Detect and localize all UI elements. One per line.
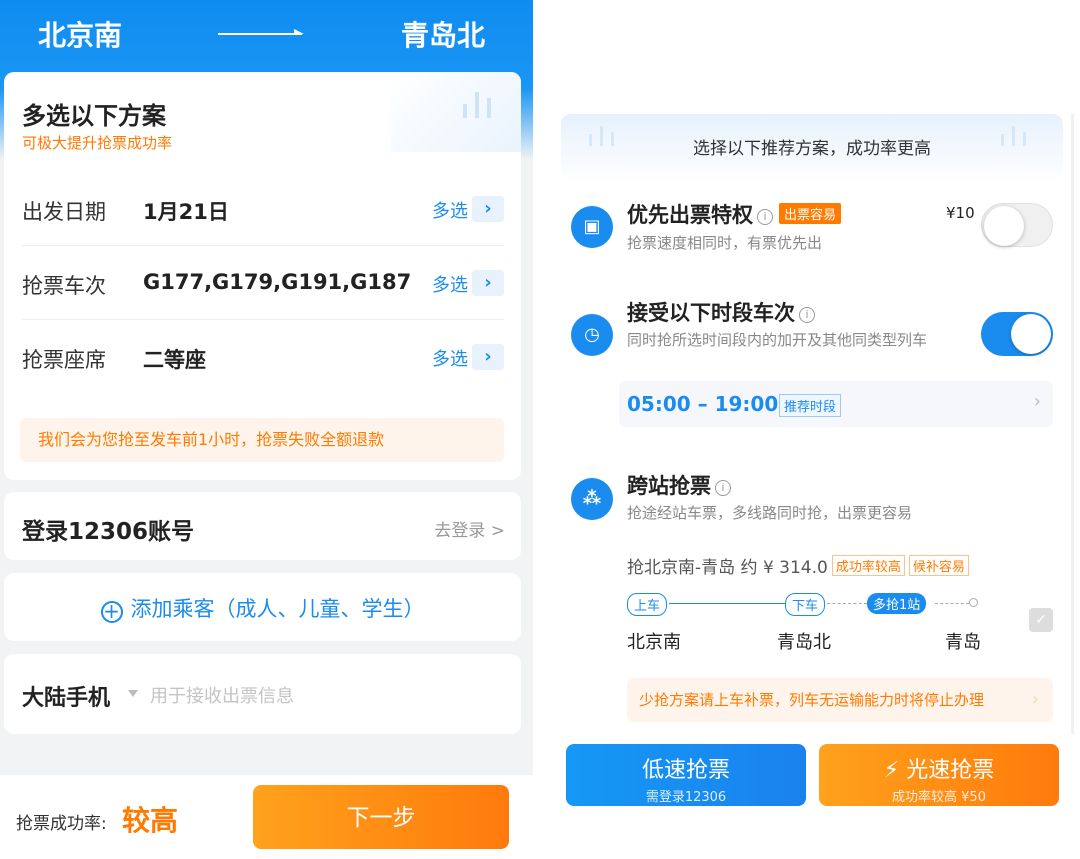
time-title: 接受以下时段车次: [627, 301, 795, 325]
recommend-title: 选择以下推荐方案，成功率更高: [693, 139, 931, 159]
slow-grab-sub: 需登录12306: [645, 789, 727, 805]
fast-grab-sub: 成功率较高 ¥50: [892, 789, 986, 805]
cross-desc: 抢途经站车票，多线路同时抢，出票更容易: [627, 504, 913, 522]
ticket-icon: ▣: [571, 206, 613, 248]
chevron-right-icon[interactable]: ›: [472, 344, 504, 370]
bottom-actions: 低速抢票 需登录12306 ⚡ 光速抢票 成功率较高 ¥50: [545, 734, 1080, 859]
route-header: 北京南 青岛北: [0, 14, 533, 54]
cross-route: 抢北京南-青岛 约 ¥ 314.0 成功率较高 候补容易: [627, 553, 969, 578]
recommend-header: 选择以下推荐方案，成功率更高: [561, 114, 1063, 184]
segment-dash: [827, 603, 867, 604]
time-range: 05:00 – 19:00: [627, 392, 779, 416]
end-dot: [969, 598, 978, 607]
row-label: 抢票车次: [22, 274, 106, 298]
slow-grab-button[interactable]: 低速抢票 需登录12306: [566, 744, 806, 806]
phone-region-select[interactable]: 大陆手机: [22, 680, 110, 712]
decorative-arrows-icon: [391, 72, 521, 152]
departure-station: 北京南: [38, 19, 123, 52]
segment-dash: [935, 603, 969, 604]
row-label: 出发日期: [22, 200, 106, 224]
tag-waitlist: 候补容易: [908, 555, 969, 576]
plan-title: 多选以下方案: [22, 102, 166, 130]
board-pill: 上车: [627, 593, 668, 616]
station-name: 北京南: [627, 632, 681, 653]
chevron-right-icon[interactable]: ›: [472, 270, 504, 296]
cross-route-text: 抢北京南-青岛 约 ¥ 314.0: [627, 558, 828, 578]
priority-title: 优先出票特权: [627, 203, 753, 227]
login-card[interactable]: 登录12306账号 去登录 >: [4, 492, 521, 560]
plan-subtitle: 可极大提升抢票成功率: [22, 134, 173, 152]
caret-down-icon[interactable]: [128, 690, 138, 697]
success-rate-label: 抢票成功率:: [16, 814, 107, 834]
station-name: 青岛: [945, 632, 981, 653]
decorative-arrows-icon: [993, 126, 1053, 166]
info-icon[interactable]: i: [715, 480, 731, 496]
alight-pill: 下车: [785, 593, 826, 616]
chevron-right-icon[interactable]: ›: [1034, 391, 1041, 412]
extra-stop-pill: 多抢1站: [867, 593, 927, 614]
clock-icon: ◷: [571, 314, 613, 356]
info-icon[interactable]: i: [799, 307, 815, 323]
priority-toggle[interactable]: [981, 203, 1053, 247]
bottom-bar: 抢票成功率: 较高 下一步: [0, 775, 533, 859]
multi-select-link[interactable]: 多选: [432, 271, 468, 297]
scrollbar-track: [1071, 114, 1074, 734]
success-rate-value: 较高: [122, 804, 179, 837]
arrival-station: 青岛北: [400, 19, 485, 52]
time-range-row[interactable]: 05:00 – 19:00 推荐时段 ›: [619, 381, 1053, 427]
add-passenger-label: 添加乘客（成人、儿童、学生）: [130, 597, 425, 621]
recommend-tag: 推荐时段: [779, 394, 842, 417]
row-value: G177,G179,G191,G187: [143, 270, 412, 294]
segment-line: [669, 603, 785, 604]
fast-grab-button[interactable]: ⚡ 光速抢票 成功率较高 ¥50: [819, 744, 1059, 806]
time-toggle[interactable]: [981, 312, 1053, 356]
row-seat-class[interactable]: 抢票座席 二等座 多选 ›: [22, 320, 504, 394]
time-desc: 同时抢所选时间段内的加开及其他同类型列车: [627, 331, 928, 349]
chevron-right-icon[interactable]: ›: [472, 196, 504, 222]
priority-option: 优先出票特权 i 出票容易: [627, 199, 842, 229]
phone-input[interactable]: 用于接收出票信息: [150, 682, 294, 708]
time-option: 接受以下时段车次 i: [627, 297, 815, 327]
slow-grab-label: 低速抢票: [641, 757, 730, 783]
fast-grab-label: ⚡ 光速抢票: [883, 757, 995, 783]
login-link[interactable]: 去登录 >: [434, 516, 505, 541]
phone-card: 大陆手机 用于接收出票信息: [4, 654, 521, 734]
cross-warning-text: 少抢方案请上车补票，列车无运输能力时将停止办理: [639, 691, 985, 709]
multi-select-link[interactable]: 多选: [432, 345, 468, 371]
tag-success-rate: 成功率较高: [831, 555, 905, 576]
next-step-button[interactable]: 下一步: [253, 785, 509, 849]
row-train-numbers[interactable]: 抢票车次 G177,G179,G191,G187 多选 ›: [22, 246, 504, 320]
priority-price: ¥10: [946, 204, 975, 222]
multi-select-link[interactable]: 多选: [432, 197, 468, 223]
cross-checkbox[interactable]: ✓: [1029, 608, 1053, 632]
station-name: 青岛北: [777, 632, 831, 653]
plan-card: 多选以下方案 可极大提升抢票成功率 出发日期 1月21日 多选 › 抢票车次 G…: [4, 72, 521, 480]
row-label: 抢票座席: [22, 348, 106, 372]
cross-warning[interactable]: 少抢方案请上车补票，列车无运输能力时将停止办理 ›: [627, 678, 1053, 722]
plus-circle-icon: +: [100, 601, 123, 623]
right-panel: 选择以下推荐方案，成功率更高 ▣ 优先出票特权 i 出票容易 抢票速度相同时，有票优…: [545, 0, 1080, 859]
share-nodes-icon: ⁂: [571, 478, 613, 520]
login-title: 登录12306账号: [22, 519, 195, 545]
left-panel: 北京南 青岛北 多选以下方案 可极大提升抢票成功率 出发日期 1月21日 多选 …: [0, 0, 533, 859]
row-value: 1月21日: [143, 200, 229, 224]
station-diagram: 上车 下车 多抢1站 北京南 青岛北 青岛: [627, 590, 1007, 660]
info-icon[interactable]: i: [757, 209, 773, 225]
add-passenger-button[interactable]: + 添加乘客（成人、儿童、学生）: [4, 573, 521, 641]
priority-desc: 抢票速度相同时，有票优先出: [627, 234, 823, 252]
row-value: 二等座: [143, 348, 206, 372]
cross-option: 跨站抢票 i: [627, 470, 731, 500]
cross-title: 跨站抢票: [627, 474, 711, 498]
row-departure-date[interactable]: 出发日期 1月21日 多选 ›: [22, 172, 504, 246]
chevron-right-icon: ›: [1031, 689, 1039, 710]
refund-notice: 我们会为您抢至发车前1小时，抢票失败全额退款: [20, 418, 504, 462]
priority-tag: 出票容易: [779, 203, 842, 224]
route-arrow-icon: [218, 29, 304, 35]
